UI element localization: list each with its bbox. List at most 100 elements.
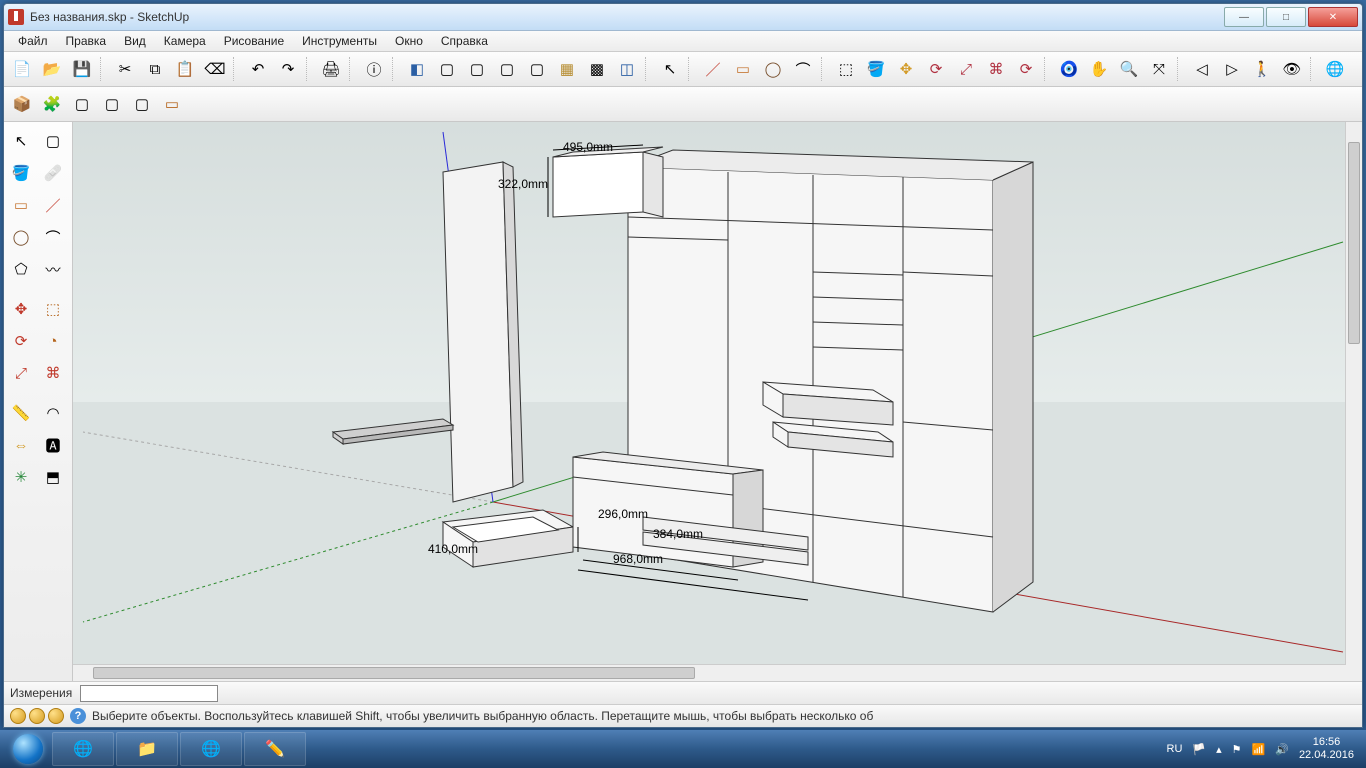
- prev-view-button[interactable]: ◁: [1188, 55, 1216, 83]
- menu-file[interactable]: Файл: [10, 32, 56, 50]
- menu-help[interactable]: Справка: [433, 32, 496, 50]
- look-button[interactable]: 👁: [1278, 55, 1306, 83]
- paint-tool[interactable]: 🪣: [6, 158, 36, 188]
- orbit-button[interactable]: 🧿: [1055, 55, 1083, 83]
- start-button[interactable]: [6, 733, 50, 765]
- copy-button[interactable]: ⧉: [141, 55, 169, 83]
- move-tool[interactable]: ✥: [6, 294, 36, 324]
- geo-claim-icon[interactable]: [29, 708, 45, 724]
- tray-clock[interactable]: 16:56 22.04.2016: [1299, 736, 1354, 762]
- viewport[interactable]: 495,0mm 322,0mm 296,0mm 384,0mm 968,0mm …: [73, 122, 1362, 681]
- rotate-tool[interactable]: ⟳: [6, 326, 36, 356]
- system-tray[interactable]: RU 🏳️ ▴ ⚑ 📶 🔊 16:56 22.04.2016: [1167, 736, 1360, 762]
- arc-button[interactable]: ⌒: [789, 55, 817, 83]
- followme-button[interactable]: ⟳: [1012, 55, 1040, 83]
- horizontal-scrollbar[interactable]: [73, 664, 1346, 681]
- polygon-tool[interactable]: ⬠: [6, 254, 36, 284]
- menu-tools[interactable]: Инструменты: [294, 32, 385, 50]
- walk-button[interactable]: 🚶: [1248, 55, 1276, 83]
- menu-draw[interactable]: Рисование: [216, 32, 292, 50]
- make-group-button[interactable]: 🧩: [38, 90, 66, 118]
- component-tool[interactable]: ▢: [38, 126, 68, 156]
- layers-button[interactable]: ▢: [128, 90, 156, 118]
- tape-tool[interactable]: 📏: [6, 398, 36, 428]
- scale-tool[interactable]: ⤢: [6, 358, 36, 388]
- redo-button[interactable]: ↷: [274, 55, 302, 83]
- arc-tool[interactable]: ⌒: [38, 222, 68, 252]
- make-component-button[interactable]: 📦: [8, 90, 36, 118]
- style-textured-button[interactable]: ▦: [553, 55, 581, 83]
- followme-tool[interactable]: ◔: [38, 326, 68, 356]
- line-tool[interactable]: ／: [38, 190, 68, 220]
- view-top-button[interactable]: ▢: [433, 55, 461, 83]
- section-tool[interactable]: ⬒: [38, 462, 68, 492]
- protractor-tool[interactable]: ◠: [38, 398, 68, 428]
- scenes-button[interactable]: ▢: [98, 90, 126, 118]
- select-tool[interactable]: ↖: [6, 126, 36, 156]
- axes-tool[interactable]: ✳: [6, 462, 36, 492]
- view-front-button[interactable]: ▢: [463, 55, 491, 83]
- circle-button[interactable]: ◯: [759, 55, 787, 83]
- text-tool[interactable]: 🅰: [38, 430, 68, 460]
- scroll-thumb[interactable]: [1348, 142, 1360, 344]
- titlebar[interactable]: Без названия.skp - SketchUp — □ ✕: [4, 4, 1362, 31]
- measurements-input[interactable]: [80, 685, 218, 702]
- taskbar-sketchup[interactable]: ✏️: [244, 732, 306, 766]
- open-button[interactable]: 📂: [38, 55, 66, 83]
- scale-button[interactable]: ⤢: [952, 55, 980, 83]
- new-button[interactable]: 📄: [8, 55, 36, 83]
- zoom-extents-button[interactable]: ⤧: [1145, 55, 1173, 83]
- offset-button[interactable]: ⌘: [982, 55, 1010, 83]
- menu-window[interactable]: Окно: [387, 32, 431, 50]
- line-button[interactable]: ／: [699, 55, 727, 83]
- tray-action-center-icon[interactable]: ⚑: [1232, 743, 1242, 756]
- eraser-tool[interactable]: 🩹: [38, 158, 68, 188]
- instructor-help-icon[interactable]: ?: [70, 708, 86, 724]
- taskbar-chrome-2[interactable]: 🌐: [180, 732, 242, 766]
- rect-tool[interactable]: ▭: [6, 190, 36, 220]
- save-button[interactable]: 💾: [68, 55, 96, 83]
- print-button[interactable]: 🖨: [317, 55, 345, 83]
- vertical-scrollbar[interactable]: [1345, 122, 1362, 681]
- view-right-button[interactable]: ▢: [493, 55, 521, 83]
- style-xray-button[interactable]: ◫: [613, 55, 641, 83]
- rect-button[interactable]: ▭: [729, 55, 757, 83]
- geo-share-icon[interactable]: [48, 708, 64, 724]
- select-button[interactable]: ↖: [656, 55, 684, 83]
- move-button[interactable]: ✥: [892, 55, 920, 83]
- tray-up-icon[interactable]: ▴: [1216, 743, 1222, 756]
- paste-button[interactable]: 📋: [171, 55, 199, 83]
- erase-button[interactable]: ⌫: [201, 55, 229, 83]
- taskbar-chrome[interactable]: 🌐: [52, 732, 114, 766]
- circle-tool[interactable]: ◯: [6, 222, 36, 252]
- minimize-button[interactable]: —: [1224, 7, 1264, 27]
- model-info-button[interactable]: ⓘ: [360, 55, 388, 83]
- menu-edit[interactable]: Правка: [58, 32, 115, 50]
- paint-button[interactable]: 🪣: [862, 55, 890, 83]
- next-view-button[interactable]: ▷: [1218, 55, 1246, 83]
- taskbar-explorer[interactable]: 📁: [116, 732, 178, 766]
- tray-network-icon[interactable]: 📶: [1252, 743, 1266, 756]
- maximize-button[interactable]: □: [1266, 7, 1306, 27]
- scroll-thumb[interactable]: [93, 667, 695, 679]
- materials-button[interactable]: ▭: [158, 90, 186, 118]
- pan-button[interactable]: ✋: [1085, 55, 1113, 83]
- close-button[interactable]: ✕: [1308, 7, 1358, 27]
- push-pull-button[interactable]: ⬚: [832, 55, 860, 83]
- geo-location-icon[interactable]: [10, 708, 26, 724]
- zoom-button[interactable]: 🔍: [1115, 55, 1143, 83]
- dimension-tool[interactable]: ⇔: [6, 430, 36, 460]
- view-back-button[interactable]: ▢: [523, 55, 551, 83]
- rotate-button[interactable]: ⟳: [922, 55, 950, 83]
- style-mono-button[interactable]: ▩: [583, 55, 611, 83]
- outliner-button[interactable]: ▢: [68, 90, 96, 118]
- menu-view[interactable]: Вид: [116, 32, 154, 50]
- freehand-tool[interactable]: 〰: [38, 254, 68, 284]
- tray-volume-icon[interactable]: 🔊: [1275, 743, 1289, 756]
- google-earth-button[interactable]: 🌐: [1321, 55, 1349, 83]
- tray-flag-icon[interactable]: 🏳️: [1192, 743, 1206, 756]
- undo-button[interactable]: ↶: [244, 55, 272, 83]
- view-iso-button[interactable]: ◧: [403, 55, 431, 83]
- pushpull-tool[interactable]: ⬚: [38, 294, 68, 324]
- menu-camera[interactable]: Камера: [156, 32, 214, 50]
